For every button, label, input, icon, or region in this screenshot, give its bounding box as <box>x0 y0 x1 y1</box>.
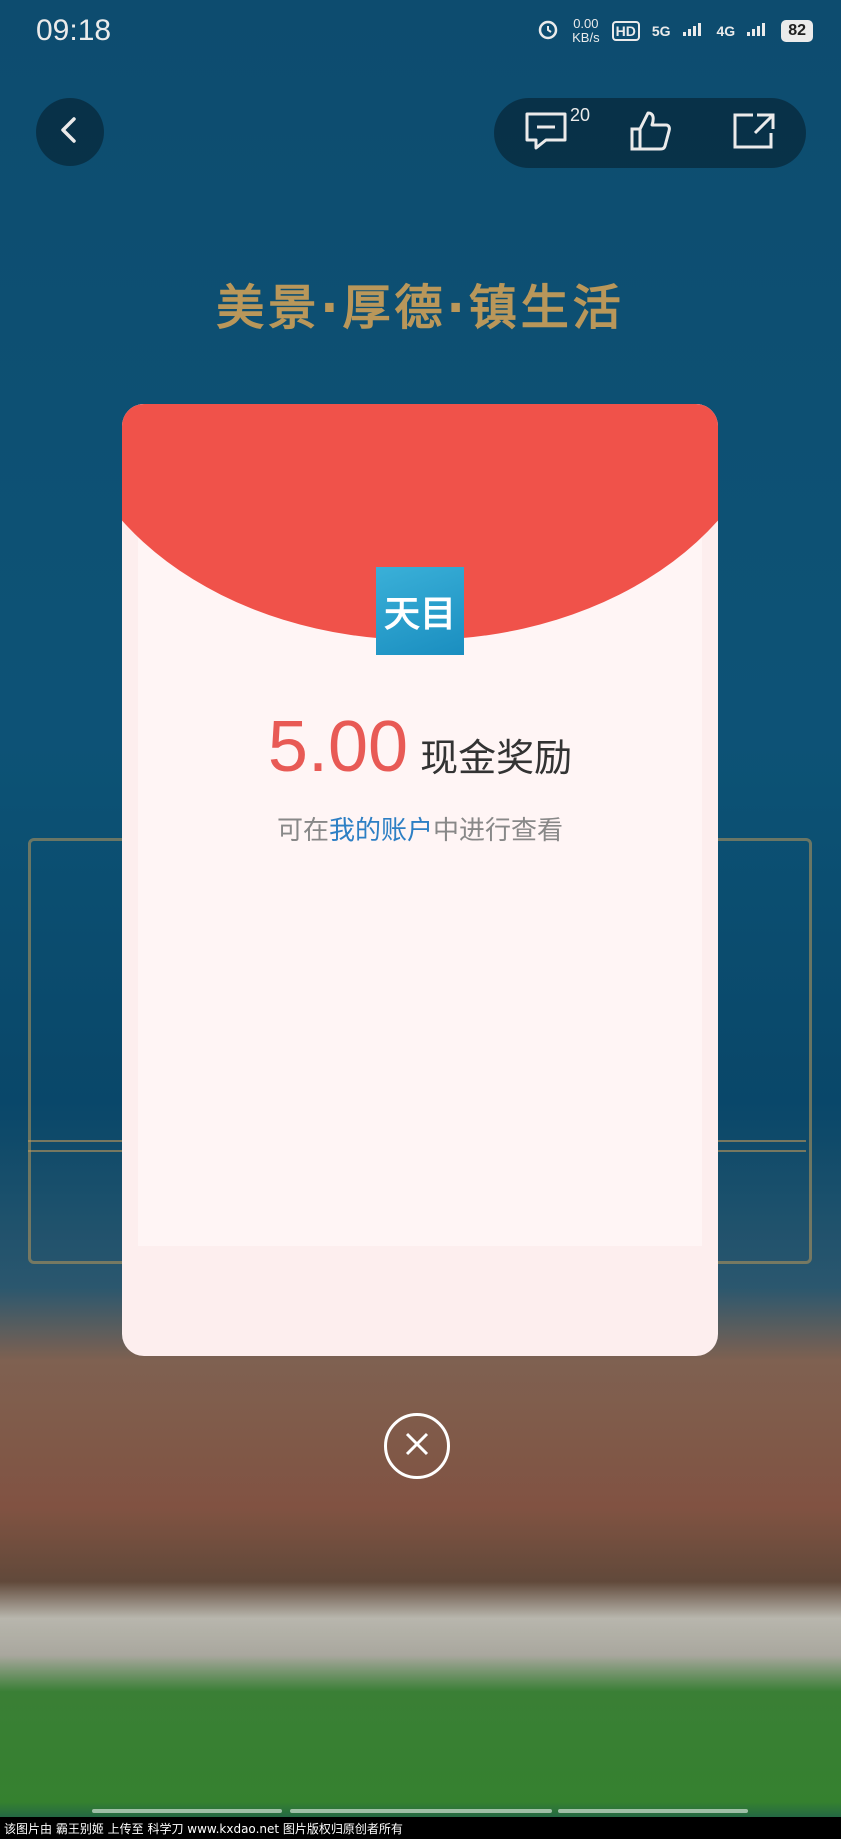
nav-indicator <box>290 1809 552 1813</box>
reward-modal: 天目 5.00 现金奖励 可在我的账户中进行查看 <box>122 404 718 1356</box>
my-account-link[interactable]: 我的账户 <box>329 816 433 846</box>
reward-amount: 5.00 <box>267 707 409 787</box>
reward-label: 现金奖励 <box>420 736 573 780</box>
app-logo: 天目 <box>376 567 464 655</box>
account-hint: 可在我的账户中进行查看 <box>122 810 718 847</box>
nav-indicator <box>558 1809 748 1813</box>
watermark-text: 该图片由 霸王别姬 上传至 科学刀 www.kxdao.net 图片版权归原创者… <box>0 1817 841 1839</box>
nav-indicator <box>92 1809 282 1813</box>
hint-suffix: 中进行查看 <box>433 816 564 846</box>
hint-prefix: 可在 <box>276 816 329 846</box>
app-logo-text: 天目 <box>383 593 456 635</box>
reward-amount-row: 5.00 现金奖励 <box>122 706 718 788</box>
close-icon <box>399 1426 435 1466</box>
close-button[interactable] <box>384 1413 450 1479</box>
